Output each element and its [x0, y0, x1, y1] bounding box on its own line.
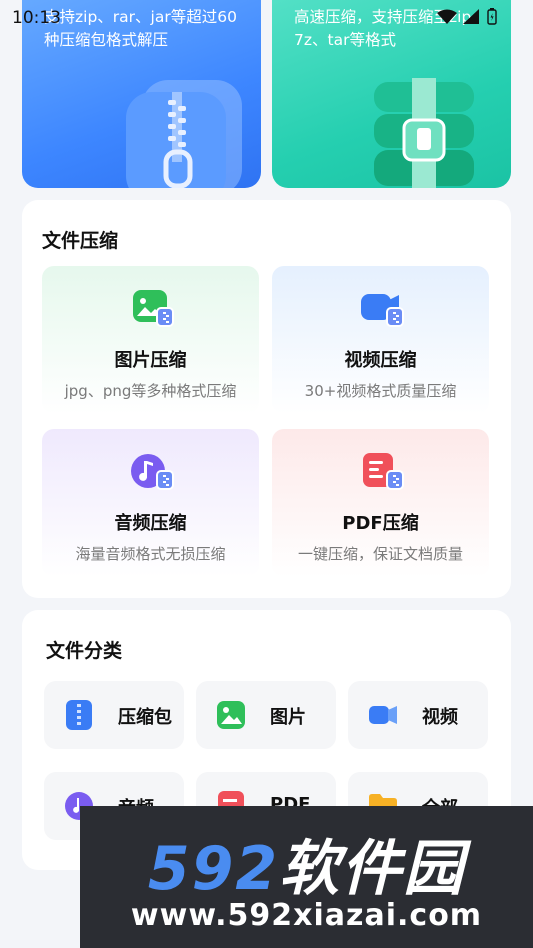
file-compress-title: 文件压缩	[42, 230, 119, 252]
wifi-icon	[437, 9, 457, 24]
video-compress-icon	[360, 294, 404, 327]
video-compress-label: 视频压缩	[344, 350, 417, 371]
category-image[interactable]: 图片	[196, 681, 336, 749]
pdf-compress-label: PDF压缩	[342, 513, 419, 534]
image-compress-icon	[132, 290, 174, 327]
video-compress-tile[interactable]: 视频压缩 30+视频格式质量压缩	[272, 266, 489, 414]
battery-icon	[487, 8, 497, 25]
pdf-compress-tile[interactable]: PDF压缩 一键压缩，保证文档质量	[272, 429, 489, 577]
category-video-label: 视频	[422, 707, 458, 728]
category-image-label: 图片	[270, 707, 306, 728]
archive-box-icon	[374, 78, 474, 188]
video-icon	[369, 706, 397, 724]
status-icons	[437, 8, 497, 25]
signal-icon	[463, 8, 479, 24]
image-compress-desc: jpg、png等多种格式压缩	[64, 382, 237, 400]
watermark-brand: 592软件园	[80, 820, 533, 907]
zip-icon	[66, 700, 92, 730]
status-bar: 10:13	[0, 0, 533, 34]
video-compress-desc: 30+视频格式质量压缩	[304, 382, 457, 400]
watermark-brand-text: 软件园	[279, 834, 466, 904]
file-category-title: 文件分类	[46, 640, 123, 662]
status-time: 10:13	[12, 8, 61, 28]
pdf-compress-icon	[362, 453, 404, 490]
zip-file-icon	[126, 80, 242, 188]
image-compress-tile[interactable]: 图片压缩 jpg、png等多种格式压缩	[42, 266, 259, 414]
file-compress-panel: 文件压缩 图片压缩 jpg、png等多种格式压缩 视频压缩 30+视频格式质量压…	[22, 200, 511, 598]
watermark-brand-number: 592	[147, 834, 280, 904]
watermark-banner: 592软件园 www.592xiazai.com	[80, 806, 533, 948]
watermark-url: www.592xiazai.com	[130, 898, 483, 933]
category-archive-label: 压缩包	[118, 707, 172, 728]
image-icon	[217, 701, 245, 729]
audio-compress-label: 音频压缩	[114, 513, 187, 534]
category-archive[interactable]: 压缩包	[44, 681, 184, 749]
image-compress-label: 图片压缩	[114, 350, 187, 371]
audio-compress-icon	[130, 454, 174, 490]
category-video[interactable]: 视频	[348, 681, 488, 749]
pdf-compress-desc: 一键压缩，保证文档质量	[297, 545, 463, 563]
audio-compress-tile[interactable]: 音频压缩 海量音频格式无损压缩	[42, 429, 259, 577]
audio-compress-desc: 海量音频格式无损压缩	[75, 545, 226, 563]
